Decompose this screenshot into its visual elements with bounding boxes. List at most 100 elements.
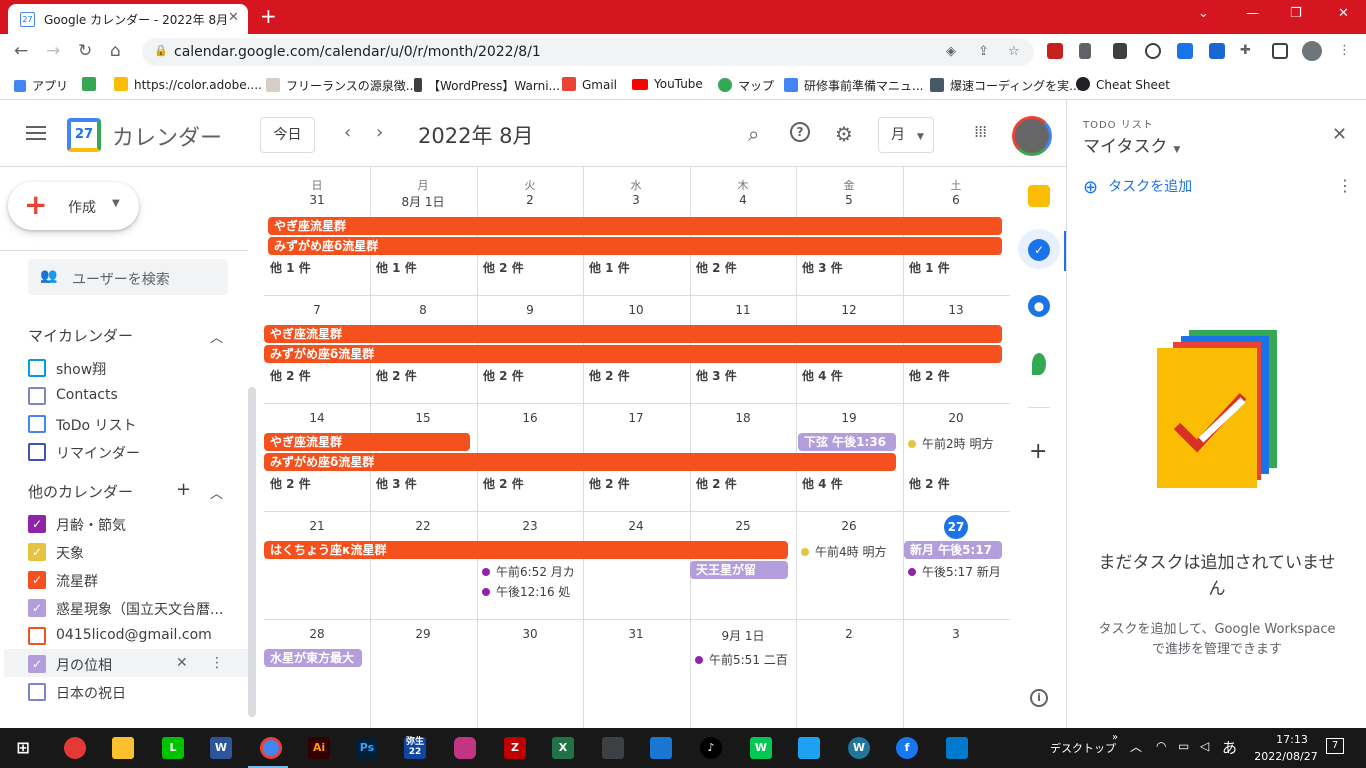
calendar-options-icon[interactable]: ⋮	[210, 655, 224, 671]
calendar-checkbox[interactable]	[28, 359, 46, 377]
tiktok-icon[interactable]: ♪	[700, 737, 722, 759]
day-number[interactable]: 3	[903, 627, 1009, 641]
event-item[interactable]: 午前6:52 月カ	[482, 563, 578, 580]
day-number[interactable]: 18	[690, 411, 796, 425]
instagram-icon[interactable]	[454, 737, 476, 759]
ime-indicator[interactable]: あ	[1222, 737, 1237, 758]
bookmark-item[interactable]: 爆速コーディングを実...	[930, 77, 1081, 94]
more-events-link[interactable]: 他 2 件	[270, 475, 311, 492]
event-chip[interactable]: やぎ座流星群	[264, 325, 1002, 343]
more-events-link[interactable]: 他 2 件	[696, 259, 737, 276]
today-button[interactable]: 今日	[260, 117, 315, 153]
prev-month-icon[interactable]: ‹	[344, 122, 351, 143]
day-number[interactable]: 21	[264, 519, 370, 533]
event-chip[interactable]: 水星が東方最大	[264, 649, 362, 667]
day-number[interactable]: 2	[796, 627, 902, 641]
day-number[interactable]: 2	[477, 193, 583, 207]
day-number[interactable]: 28	[264, 627, 370, 641]
day-number[interactable]: 19	[796, 411, 902, 425]
user-search-input[interactable]: 👥 ユーザーを検索	[28, 259, 228, 295]
day-number[interactable]: 16	[477, 411, 583, 425]
pdf-extension-icon[interactable]	[1047, 43, 1063, 59]
tray-up-icon[interactable]: ︿	[1130, 738, 1142, 755]
calendar-item[interactable]: ToDo リスト	[28, 409, 248, 437]
battery-icon[interactable]: ▭	[1178, 739, 1189, 753]
clock-date[interactable]: 2022/08/27	[1246, 750, 1326, 763]
event-chip[interactable]: みずがめ座δ流星群	[264, 453, 896, 471]
windows-start-icon[interactable]: ⊞	[12, 737, 34, 759]
bookmark-item[interactable]: 研修事前準備マニュ...	[784, 77, 923, 94]
bookmark-apps[interactable]: アプリ	[14, 77, 68, 94]
wifi-icon[interactable]: ◠	[1156, 739, 1166, 753]
calendar-item[interactable]: show翔	[28, 353, 248, 381]
more-events-link[interactable]: 他 2 件	[376, 367, 417, 384]
event-chip[interactable]: やぎ座流星群	[268, 217, 1002, 235]
calendar-checkbox[interactable]: ✓	[28, 599, 46, 617]
calendar-checkbox[interactable]	[28, 443, 46, 461]
more-events-link[interactable]: 他 2 件	[589, 475, 630, 492]
more-options-icon[interactable]: ⋮	[1337, 176, 1353, 195]
google-apps-icon[interactable]: ⁞⁞⁞	[974, 122, 987, 141]
calendar-checkbox[interactable]: ✓	[28, 571, 46, 589]
main-menu-icon[interactable]	[26, 126, 46, 140]
chat-extension-icon[interactable]	[1145, 43, 1161, 59]
day-number[interactable]: 29	[370, 627, 476, 641]
more-events-link[interactable]: 他 3 件	[696, 367, 737, 384]
calendar-checkbox[interactable]: ✓	[28, 655, 46, 673]
day-number[interactable]: 8	[370, 303, 476, 317]
info-icon[interactable]: i	[1030, 689, 1048, 707]
more-events-link[interactable]: 他 2 件	[909, 367, 950, 384]
calendar-checkbox[interactable]: ✓	[28, 515, 46, 533]
chrome-icon[interactable]	[260, 737, 282, 759]
illustrator-icon[interactable]: Ai	[308, 737, 330, 759]
account-avatar[interactable]	[1012, 116, 1052, 156]
more-events-link[interactable]: 他 2 件	[483, 259, 524, 276]
day-number[interactable]: 13	[903, 303, 1009, 317]
share-icon[interactable]: ⇪	[978, 44, 989, 59]
extensions-puzzle-icon[interactable]: ✚	[1240, 43, 1251, 58]
bookmark-item[interactable]	[82, 77, 102, 92]
window-close-button[interactable]: ✕	[1338, 6, 1349, 21]
create-button[interactable]: + 作成 ▼	[8, 182, 139, 230]
calendar-checkbox[interactable]: ✓	[28, 543, 46, 561]
more-events-link[interactable]: 他 1 件	[589, 259, 630, 276]
add-addon-icon[interactable]: +	[1029, 439, 1047, 464]
app-icon[interactable]: W	[750, 737, 772, 759]
volume-icon[interactable]: ◁	[1200, 739, 1209, 753]
day-number[interactable]: 12	[796, 303, 902, 317]
bookmark-item[interactable]: 【WordPress】Warni...	[414, 77, 560, 94]
lock-icon[interactable]: 🔒	[154, 44, 168, 57]
bookmark-item[interactable]: https://color.adobe....	[114, 77, 262, 92]
today-date[interactable]: 27	[944, 515, 968, 539]
day-number[interactable]: 20	[903, 411, 1009, 425]
help-icon[interactable]: ?	[790, 122, 810, 142]
my-calendars-heading[interactable]: マイカレンダー	[28, 325, 133, 346]
yayoi-icon[interactable]: 弥生22	[404, 737, 426, 759]
url-text[interactable]: calendar.google.com/calendar/u/0/r/month…	[174, 44, 541, 60]
calendar-item[interactable]: ✓ 流星群	[28, 565, 248, 593]
add-task-button[interactable]: ⊕ タスクを追加	[1083, 176, 1192, 198]
calendar-item[interactable]: ✓ 惑星現象（国立天文台暦...	[28, 593, 248, 621]
more-events-link[interactable]: 他 2 件	[270, 367, 311, 384]
chevron-icon[interactable]: »	[1112, 732, 1118, 743]
day-number[interactable]: 30	[477, 627, 583, 641]
notifications-icon[interactable]: 7	[1326, 738, 1344, 754]
event-item[interactable]: 午後5:17 新月	[908, 563, 1008, 580]
store-extension-icon[interactable]	[1177, 43, 1193, 59]
wordpress-icon[interactable]: W	[848, 737, 870, 759]
more-events-link[interactable]: 他 2 件	[483, 367, 524, 384]
bookmark-item[interactable]: YouTube	[632, 77, 703, 91]
app-icon[interactable]	[650, 737, 672, 759]
translate-extension-icon[interactable]	[1209, 43, 1225, 59]
day-number[interactable]: 15	[370, 411, 476, 425]
more-events-link[interactable]: 他 2 件	[909, 475, 950, 492]
event-chip[interactable]: みずがめ座δ流星群	[268, 237, 1002, 255]
day-number[interactable]: 23	[477, 519, 583, 533]
day-number[interactable]: 22	[370, 519, 476, 533]
excel-icon[interactable]: X	[552, 737, 574, 759]
more-events-link[interactable]: 他 1 件	[909, 259, 950, 276]
word-icon[interactable]: W	[210, 737, 232, 759]
event-chip[interactable]: やぎ座流星群	[264, 433, 470, 451]
eyedropper-extension-icon[interactable]	[1079, 43, 1091, 59]
day-number[interactable]: 4	[690, 193, 796, 207]
